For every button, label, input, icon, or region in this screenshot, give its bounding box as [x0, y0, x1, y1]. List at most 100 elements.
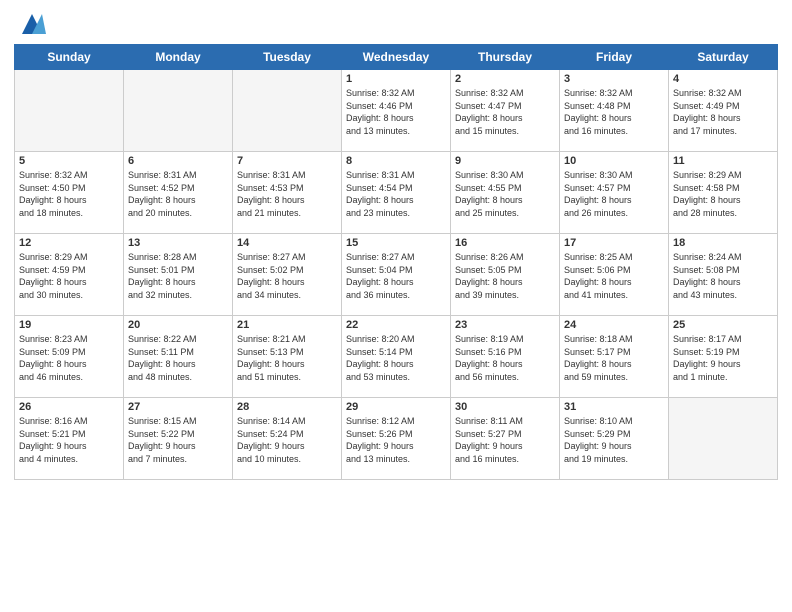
day-number: 12 [19, 237, 119, 249]
logo [14, 10, 46, 38]
day-number: 14 [237, 237, 337, 249]
day-info: Sunrise: 8:32 AM Sunset: 4:46 PM Dayligh… [346, 87, 446, 137]
day-number: 29 [346, 401, 446, 413]
calendar-table: SundayMondayTuesdayWednesdayThursdayFrid… [14, 44, 778, 480]
day-info: Sunrise: 8:31 AM Sunset: 4:52 PM Dayligh… [128, 169, 228, 219]
weekday-header-row: SundayMondayTuesdayWednesdayThursdayFrid… [15, 45, 778, 70]
calendar-cell: 14 Sunrise: 8:27 AM Sunset: 5:02 PM Dayli… [233, 234, 342, 316]
day-info: Sunrise: 8:31 AM Sunset: 4:53 PM Dayligh… [237, 169, 337, 219]
calendar-cell: 1 Sunrise: 8:32 AM Sunset: 4:46 PM Daylig… [342, 70, 451, 152]
day-info: Sunrise: 8:25 AM Sunset: 5:06 PM Dayligh… [564, 251, 664, 301]
calendar-cell: 21 Sunrise: 8:21 AM Sunset: 5:13 PM Dayli… [233, 316, 342, 398]
day-info: Sunrise: 8:23 AM Sunset: 5:09 PM Dayligh… [19, 333, 119, 383]
day-number: 3 [564, 73, 664, 85]
day-info: Sunrise: 8:30 AM Sunset: 4:57 PM Dayligh… [564, 169, 664, 219]
calendar-cell: 8 Sunrise: 8:31 AM Sunset: 4:54 PM Daylig… [342, 152, 451, 234]
day-info: Sunrise: 8:27 AM Sunset: 5:02 PM Dayligh… [237, 251, 337, 301]
weekday-thursday: Thursday [451, 45, 560, 70]
logo-icon [18, 10, 46, 38]
day-number: 23 [455, 319, 555, 331]
calendar-cell: 15 Sunrise: 8:27 AM Sunset: 5:04 PM Dayli… [342, 234, 451, 316]
day-info: Sunrise: 8:19 AM Sunset: 5:16 PM Dayligh… [455, 333, 555, 383]
day-info: Sunrise: 8:21 AM Sunset: 5:13 PM Dayligh… [237, 333, 337, 383]
day-info: Sunrise: 8:28 AM Sunset: 5:01 PM Dayligh… [128, 251, 228, 301]
calendar-cell: 13 Sunrise: 8:28 AM Sunset: 5:01 PM Dayli… [124, 234, 233, 316]
calendar-cell: 27 Sunrise: 8:15 AM Sunset: 5:22 PM Dayli… [124, 398, 233, 480]
day-number: 21 [237, 319, 337, 331]
day-info: Sunrise: 8:15 AM Sunset: 5:22 PM Dayligh… [128, 415, 228, 465]
calendar-cell: 24Sunrise: 8:18 AM Sunset: 5:17 PM Dayli… [560, 316, 669, 398]
day-info: Sunrise: 8:29 AM Sunset: 4:59 PM Dayligh… [19, 251, 119, 301]
day-info: Sunrise: 8:30 AM Sunset: 4:55 PM Dayligh… [455, 169, 555, 219]
day-number: 6 [128, 155, 228, 167]
weekday-tuesday: Tuesday [233, 45, 342, 70]
calendar-cell: 16 Sunrise: 8:26 AM Sunset: 5:05 PM Dayli… [451, 234, 560, 316]
day-info: Sunrise: 8:16 AM Sunset: 5:21 PM Dayligh… [19, 415, 119, 465]
calendar-cell: 11Sunrise: 8:29 AM Sunset: 4:58 PM Dayli… [669, 152, 778, 234]
calendar-cell: 17 Sunrise: 8:25 AM Sunset: 5:06 PM Dayli… [560, 234, 669, 316]
day-number: 27 [128, 401, 228, 413]
header [14, 10, 778, 38]
calendar-cell [669, 398, 778, 480]
calendar-cell: 18 Sunrise: 8:24 AM Sunset: 5:08 PM Dayli… [669, 234, 778, 316]
day-number: 2 [455, 73, 555, 85]
day-number: 5 [19, 155, 119, 167]
day-number: 1 [346, 73, 446, 85]
day-info: Sunrise: 8:20 AM Sunset: 5:14 PM Dayligh… [346, 333, 446, 383]
day-number: 22 [346, 319, 446, 331]
calendar-cell: 25 Sunrise: 8:17 AM Sunset: 5:19 PM Dayli… [669, 316, 778, 398]
day-number: 19 [19, 319, 119, 331]
calendar-cell: 20 Sunrise: 8:22 AM Sunset: 5:11 PM Dayli… [124, 316, 233, 398]
calendar-cell: 5 Sunrise: 8:32 AM Sunset: 4:50 PM Daylig… [15, 152, 124, 234]
day-info: Sunrise: 8:32 AM Sunset: 4:47 PM Dayligh… [455, 87, 555, 137]
weekday-friday: Friday [560, 45, 669, 70]
day-number: 4 [673, 73, 773, 85]
day-number: 18 [673, 237, 773, 249]
day-number: 25 [673, 319, 773, 331]
day-info: Sunrise: 8:32 AM Sunset: 4:50 PM Dayligh… [19, 169, 119, 219]
day-info: Sunrise: 8:11 AM Sunset: 5:27 PM Dayligh… [455, 415, 555, 465]
calendar-cell [15, 70, 124, 152]
weekday-wednesday: Wednesday [342, 45, 451, 70]
calendar-cell: 4 Sunrise: 8:32 AM Sunset: 4:49 PM Daylig… [669, 70, 778, 152]
day-info: Sunrise: 8:27 AM Sunset: 5:04 PM Dayligh… [346, 251, 446, 301]
weekday-sunday: Sunday [15, 45, 124, 70]
day-info: Sunrise: 8:22 AM Sunset: 5:11 PM Dayligh… [128, 333, 228, 383]
day-number: 17 [564, 237, 664, 249]
week-row-5: 26 Sunrise: 8:16 AM Sunset: 5:21 PM Dayli… [15, 398, 778, 480]
day-number: 30 [455, 401, 555, 413]
calendar-cell: 31Sunrise: 8:10 AM Sunset: 5:29 PM Dayli… [560, 398, 669, 480]
calendar-cell: 6 Sunrise: 8:31 AM Sunset: 4:52 PM Daylig… [124, 152, 233, 234]
day-info: Sunrise: 8:31 AM Sunset: 4:54 PM Dayligh… [346, 169, 446, 219]
day-number: 9 [455, 155, 555, 167]
day-number: 13 [128, 237, 228, 249]
day-info: Sunrise: 8:17 AM Sunset: 5:19 PM Dayligh… [673, 333, 773, 383]
day-number: 26 [19, 401, 119, 413]
calendar-cell: 19 Sunrise: 8:23 AM Sunset: 5:09 PM Dayli… [15, 316, 124, 398]
weekday-saturday: Saturday [669, 45, 778, 70]
week-row-1: 1 Sunrise: 8:32 AM Sunset: 4:46 PM Daylig… [15, 70, 778, 152]
day-number: 11 [673, 155, 773, 167]
day-number: 7 [237, 155, 337, 167]
calendar-cell: 26 Sunrise: 8:16 AM Sunset: 5:21 PM Dayli… [15, 398, 124, 480]
calendar-cell: 22 Sunrise: 8:20 AM Sunset: 5:14 PM Dayli… [342, 316, 451, 398]
day-number: 15 [346, 237, 446, 249]
calendar-cell: 9 Sunrise: 8:30 AM Sunset: 4:55 PM Daylig… [451, 152, 560, 234]
day-number: 16 [455, 237, 555, 249]
day-number: 8 [346, 155, 446, 167]
day-number: 20 [128, 319, 228, 331]
week-row-3: 12 Sunrise: 8:29 AM Sunset: 4:59 PM Dayli… [15, 234, 778, 316]
day-info: Sunrise: 8:12 AM Sunset: 5:26 PM Dayligh… [346, 415, 446, 465]
calendar-cell [233, 70, 342, 152]
calendar-cell: 29 Sunrise: 8:12 AM Sunset: 5:26 PM Dayli… [342, 398, 451, 480]
day-info: Sunrise: 8:32 AM Sunset: 4:49 PM Dayligh… [673, 87, 773, 137]
calendar-cell [124, 70, 233, 152]
day-number: 31 [564, 401, 664, 413]
day-info: Sunrise: 8:24 AM Sunset: 5:08 PM Dayligh… [673, 251, 773, 301]
calendar-cell: 3Sunrise: 8:32 AM Sunset: 4:48 PM Daylig… [560, 70, 669, 152]
calendar-cell: 12 Sunrise: 8:29 AM Sunset: 4:59 PM Dayli… [15, 234, 124, 316]
day-number: 28 [237, 401, 337, 413]
day-info: Sunrise: 8:26 AM Sunset: 5:05 PM Dayligh… [455, 251, 555, 301]
day-info: Sunrise: 8:14 AM Sunset: 5:24 PM Dayligh… [237, 415, 337, 465]
week-row-4: 19 Sunrise: 8:23 AM Sunset: 5:09 PM Dayli… [15, 316, 778, 398]
